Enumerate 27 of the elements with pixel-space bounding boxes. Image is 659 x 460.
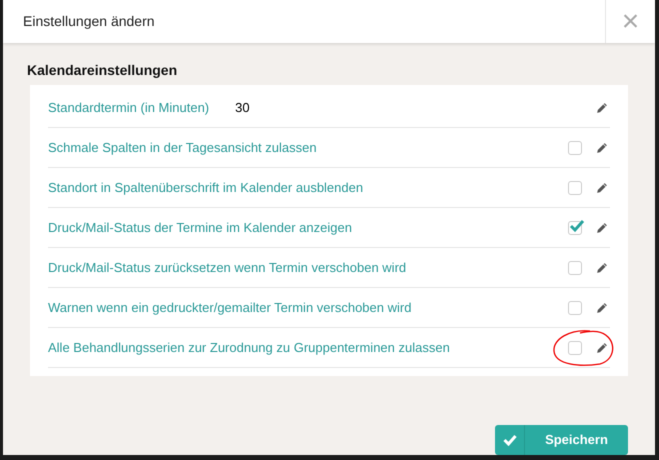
checkbox[interactable] <box>568 220 582 234</box>
checkbox[interactable] <box>568 300 582 314</box>
setting-label: Standardtermin (in Minuten) <box>48 98 210 117</box>
save-button[interactable]: Speichern <box>495 425 628 455</box>
pencil-icon[interactable] <box>596 222 608 234</box>
setting-label: Warnen wenn ein gedruckter/gemailter Termin verschoben wird <box>48 298 412 317</box>
setting-label: Druck/Mail-Status zurücksetzen wenn Termin verschoben wird <box>48 258 406 277</box>
pencil-icon[interactable] <box>596 102 608 114</box>
pencil-icon[interactable] <box>596 142 608 154</box>
setting-label: Schmale Spalten in der Tagesansicht zulassen <box>48 138 317 157</box>
checkbox[interactable] <box>568 140 582 154</box>
close-button[interactable]: × <box>605 0 655 43</box>
pencil-icon[interactable] <box>596 262 608 274</box>
check-icon <box>569 218 585 232</box>
checkbox[interactable] <box>568 260 582 274</box>
check-icon <box>502 434 516 446</box>
pencil-icon[interactable] <box>596 302 608 314</box>
setting-label: Druck/Mail-Status der Termine im Kalender anzeigen <box>48 218 352 237</box>
pencil-icon[interactable] <box>596 182 608 194</box>
pencil-icon[interactable] <box>596 342 608 354</box>
window-title: Einstellungen ändern <box>22 12 156 31</box>
checkbox[interactable] <box>568 340 582 354</box>
value-text: 30 <box>235 98 250 117</box>
checkbox[interactable] <box>568 180 582 194</box>
section-title: Kalendareinstellungen <box>27 61 178 80</box>
setting-label: Standort in Spaltenüberschrift im Kalender ausblenden <box>48 178 364 197</box>
setting-label: Alle Behandlungsserien zur Zurodnung zu Gruppenterminen zulassen <box>48 338 450 357</box>
